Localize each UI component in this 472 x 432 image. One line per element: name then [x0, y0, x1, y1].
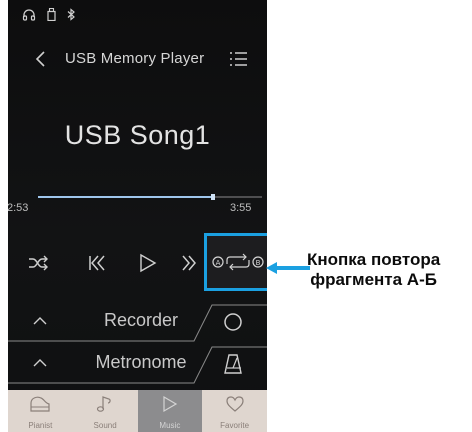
nav-label: Pianist: [28, 421, 53, 430]
usb-drive-icon: [47, 8, 56, 21]
shuffle-button[interactable]: [24, 248, 54, 278]
callout-label: Кнопка повтора фрагмента А-Б: [307, 250, 440, 290]
nav-sound[interactable]: Sound: [73, 390, 138, 432]
nav-pianist[interactable]: Pianist: [8, 390, 73, 432]
nav-label: Music: [159, 421, 181, 430]
elapsed-time: 2:53: [8, 202, 29, 214]
metronome-icon[interactable]: [221, 352, 245, 376]
bluetooth-icon: [67, 8, 75, 21]
play-icon: [140, 253, 157, 273]
total-time: 3:55: [230, 202, 252, 214]
callout-line-2: фрагмента А-Б: [310, 270, 437, 289]
progress-bar[interactable]: [38, 194, 262, 200]
record-circle-icon[interactable]: [221, 310, 245, 334]
music-note-icon: [97, 396, 111, 412]
callout-arrow: [266, 262, 310, 274]
nav-label: Sound: [93, 421, 117, 430]
list-icon[interactable]: [228, 50, 248, 68]
heart-icon: [226, 396, 244, 412]
previous-icon: [89, 255, 105, 271]
fast-forward-button[interactable]: [174, 248, 204, 278]
svg-text:B: B: [255, 259, 260, 267]
metronome-panel[interactable]: Metronome: [8, 342, 267, 384]
header: USB Memory Player: [8, 42, 267, 76]
nav-favorite[interactable]: Favorite: [202, 390, 267, 432]
bottom-nav: Pianist Sound Music Favorite: [8, 390, 267, 432]
play-icon: [163, 395, 178, 413]
previous-button[interactable]: [82, 248, 112, 278]
song-title: USB Song1: [64, 120, 211, 150]
callout-line-1: Кнопка повтора: [307, 250, 441, 269]
play-button[interactable]: [133, 248, 163, 278]
status-bar: [22, 8, 75, 21]
svg-text:A: A: [215, 259, 220, 267]
recorder-panel[interactable]: Recorder: [8, 300, 267, 342]
piano-icon: [30, 396, 50, 412]
fast-forward-icon: [182, 255, 196, 271]
app-screen: USB Memory Player USB Song1 2:53 3:55 A …: [8, 0, 267, 432]
headphones-icon: [22, 9, 36, 21]
ab-repeat-button[interactable]: A B: [204, 233, 267, 291]
ab-repeat-icon: A B: [211, 253, 264, 271]
progress-handle[interactable]: [210, 194, 215, 200]
nav-label: Favorite: [220, 421, 250, 430]
chevron-left-icon[interactable]: [30, 48, 52, 70]
progress-fill: [38, 196, 213, 198]
shuffle-icon: [29, 255, 48, 271]
nav-music[interactable]: Music: [137, 390, 203, 432]
page-title: USB Memory Player: [65, 50, 205, 67]
